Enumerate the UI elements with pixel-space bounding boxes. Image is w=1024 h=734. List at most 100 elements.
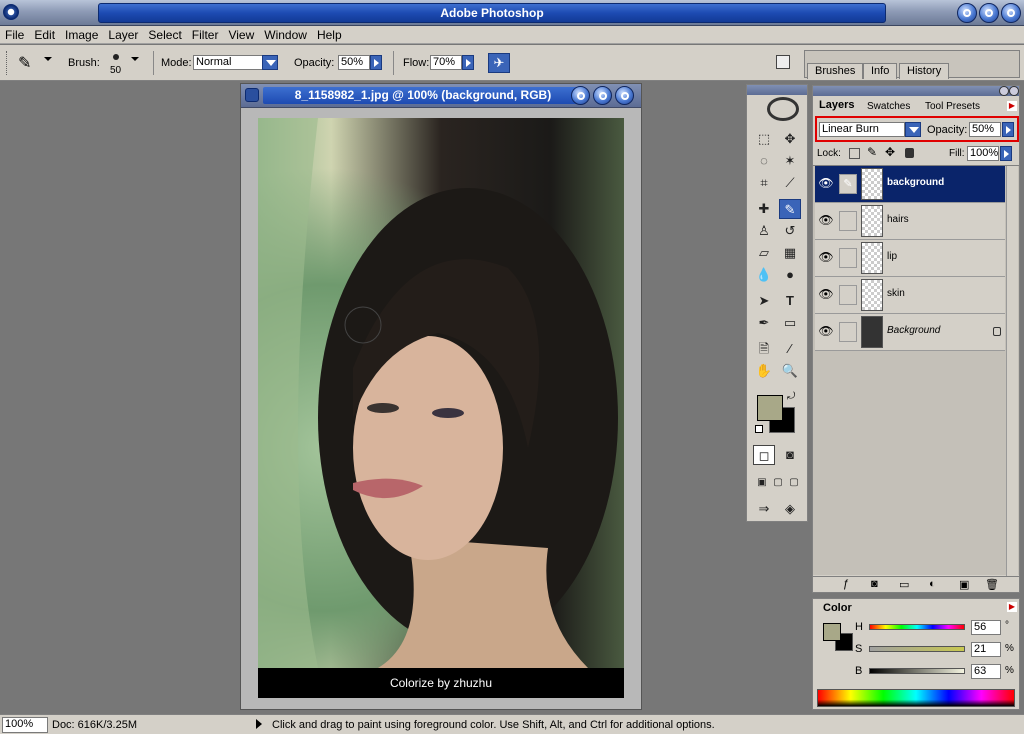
tab-history[interactable]: History	[899, 63, 950, 79]
fill-arrow-icon[interactable]	[1000, 146, 1012, 161]
healing-brush-tool-icon[interactable]: ✚	[753, 199, 775, 219]
layer-name[interactable]: background	[887, 177, 944, 188]
link-brush-icon[interactable]: ✎	[839, 174, 857, 194]
blend-mode-select[interactable]: Linear Burn	[819, 122, 905, 137]
dodge-tool-icon[interactable]: ●	[779, 265, 801, 285]
clone-stamp-tool-icon[interactable]: ♙	[753, 221, 775, 241]
swap-colors-icon[interactable]: ⤾	[787, 391, 795, 402]
toolbox-title-bar[interactable]	[747, 85, 807, 95]
layer-row-lip[interactable]: 👁 lip	[815, 240, 1005, 277]
new-set-icon[interactable]: ▭	[899, 578, 909, 591]
color-fg-swatch[interactable]	[823, 623, 841, 641]
shape-tool-icon[interactable]: ▭	[779, 313, 801, 333]
eraser-tool-icon[interactable]: ▱	[753, 243, 775, 263]
tool-preset-chevron-down-icon[interactable]	[44, 57, 52, 61]
lock-image-icon[interactable]: ✎	[867, 145, 877, 159]
layer-style-icon[interactable]: ƒ	[843, 578, 849, 590]
lock-transparency-icon[interactable]	[849, 148, 860, 159]
document-icon[interactable]	[245, 88, 259, 102]
h-input[interactable]: 56	[971, 620, 1001, 635]
add-mask-icon[interactable]: ◙	[871, 578, 878, 590]
gradient-tool-icon[interactable]: ▦	[779, 243, 801, 263]
options-grip[interactable]	[6, 51, 8, 75]
panel-menu-icon[interactable]: ▶	[1007, 101, 1017, 111]
mode-dropdown-icon[interactable]	[262, 55, 278, 70]
brush-tool-icon[interactable]: ✎	[779, 199, 801, 219]
s-input[interactable]: 21	[971, 642, 1001, 657]
quick-mask-mode-icon[interactable]: ◙	[779, 445, 801, 465]
imageready-icon[interactable]: ◈	[779, 499, 801, 519]
new-layer-icon[interactable]: ▣	[959, 578, 969, 591]
brightness-slider[interactable]	[869, 668, 965, 674]
layer-name[interactable]: Background	[887, 325, 940, 336]
brush-picker-chevron-down-icon[interactable]	[131, 57, 139, 61]
color-ramp[interactable]	[817, 689, 1015, 707]
type-tool-icon[interactable]: T	[779, 291, 801, 311]
tab-brushes[interactable]: Brushes	[807, 63, 864, 79]
mode-select[interactable]: Normal	[193, 55, 263, 70]
visibility-eye-icon[interactable]: 👁	[818, 287, 834, 303]
menu-help[interactable]: Help	[312, 26, 347, 42]
visibility-eye-icon[interactable]: 👁	[818, 250, 834, 266]
blur-tool-icon[interactable]: 💧	[753, 265, 775, 285]
visibility-eye-icon[interactable]: 👁	[818, 176, 834, 192]
jump-to-imageready-icon[interactable]: ⇒	[753, 499, 775, 519]
tab-swatches[interactable]: Swatches	[867, 101, 910, 112]
layer-name[interactable]: lip	[887, 251, 897, 262]
saturation-slider[interactable]	[869, 646, 965, 652]
crop-tool-icon[interactable]: ⌗	[753, 173, 775, 193]
panel-minimize-icon[interactable]	[999, 86, 1009, 96]
eyedropper-tool-icon[interactable]: ⁄	[779, 339, 801, 359]
layer-row-background[interactable]: 👁 ✎ background	[815, 166, 1005, 203]
visibility-eye-icon[interactable]: 👁	[818, 213, 834, 229]
brush-tool-icon[interactable]: ✎	[18, 53, 31, 73]
layer-opacity-input[interactable]: 50%	[969, 122, 1001, 137]
opacity-arrow-icon[interactable]	[370, 55, 382, 70]
color-panel-menu-icon[interactable]: ▶	[1007, 602, 1017, 612]
document-title-bar[interactable]: 8_1158982_1.jpg @ 100% (background, RGB)	[241, 84, 641, 108]
full-screen-mode-icon[interactable]: ▢	[783, 473, 805, 493]
airbrush-icon[interactable]: ✈	[488, 53, 510, 73]
flow-arrow-icon[interactable]	[462, 55, 474, 70]
menu-image[interactable]: Image	[60, 26, 103, 42]
link-box[interactable]	[839, 322, 857, 342]
hand-tool-icon[interactable]: ✋	[753, 361, 775, 381]
history-brush-tool-icon[interactable]: ↺	[779, 221, 801, 241]
visibility-eye-icon[interactable]: 👁	[818, 324, 834, 340]
layer-row-background-base[interactable]: 👁 Background	[815, 314, 1005, 351]
link-box[interactable]	[839, 285, 857, 305]
menu-select[interactable]: Select	[143, 26, 186, 42]
layer-row-skin[interactable]: 👁 skin	[815, 277, 1005, 314]
lasso-tool-icon[interactable]: ◌	[753, 151, 775, 171]
fill-input[interactable]: 100%	[967, 146, 999, 161]
pen-tool-icon[interactable]: ✒	[753, 313, 775, 333]
tab-info[interactable]: Info	[863, 63, 898, 79]
document-canvas[interactable]: Colorize by zhuzhu	[258, 118, 624, 698]
adobe-online-icon[interactable]	[767, 97, 799, 121]
tab-color[interactable]: Color	[823, 602, 852, 614]
lock-all-icon[interactable]	[905, 148, 914, 158]
brush-preview-icon[interactable]	[113, 54, 119, 60]
menu-view[interactable]: View	[223, 26, 259, 42]
doc-close-button[interactable]	[615, 86, 634, 105]
minimize-button[interactable]	[957, 3, 977, 23]
tab-tool-presets[interactable]: Tool Presets	[925, 101, 980, 112]
path-selection-tool-icon[interactable]: ➤	[753, 291, 775, 311]
layer-row-hairs[interactable]: 👁 hairs	[815, 203, 1005, 240]
doc-maximize-button[interactable]	[593, 86, 612, 105]
layer-name[interactable]: hairs	[887, 214, 909, 225]
adjustment-layer-icon[interactable]: ◐	[929, 578, 936, 590]
hue-slider[interactable]	[869, 624, 965, 630]
default-colors-icon[interactable]	[755, 425, 763, 433]
zoom-tool-icon[interactable]: 🔍	[779, 361, 801, 381]
opacity-input[interactable]: 50%	[338, 55, 370, 70]
maximize-button[interactable]	[979, 3, 999, 23]
tab-layers[interactable]: Layers	[819, 99, 854, 111]
menu-filter[interactable]: Filter	[187, 26, 224, 42]
menu-layer[interactable]: Layer	[103, 26, 143, 42]
layers-scrollbar[interactable]	[1006, 166, 1018, 576]
layers-panel-title-bar[interactable]	[813, 86, 1019, 96]
layer-opacity-arrow-icon[interactable]	[1002, 122, 1014, 137]
close-button[interactable]	[1001, 3, 1021, 23]
doc-minimize-button[interactable]	[571, 86, 590, 105]
